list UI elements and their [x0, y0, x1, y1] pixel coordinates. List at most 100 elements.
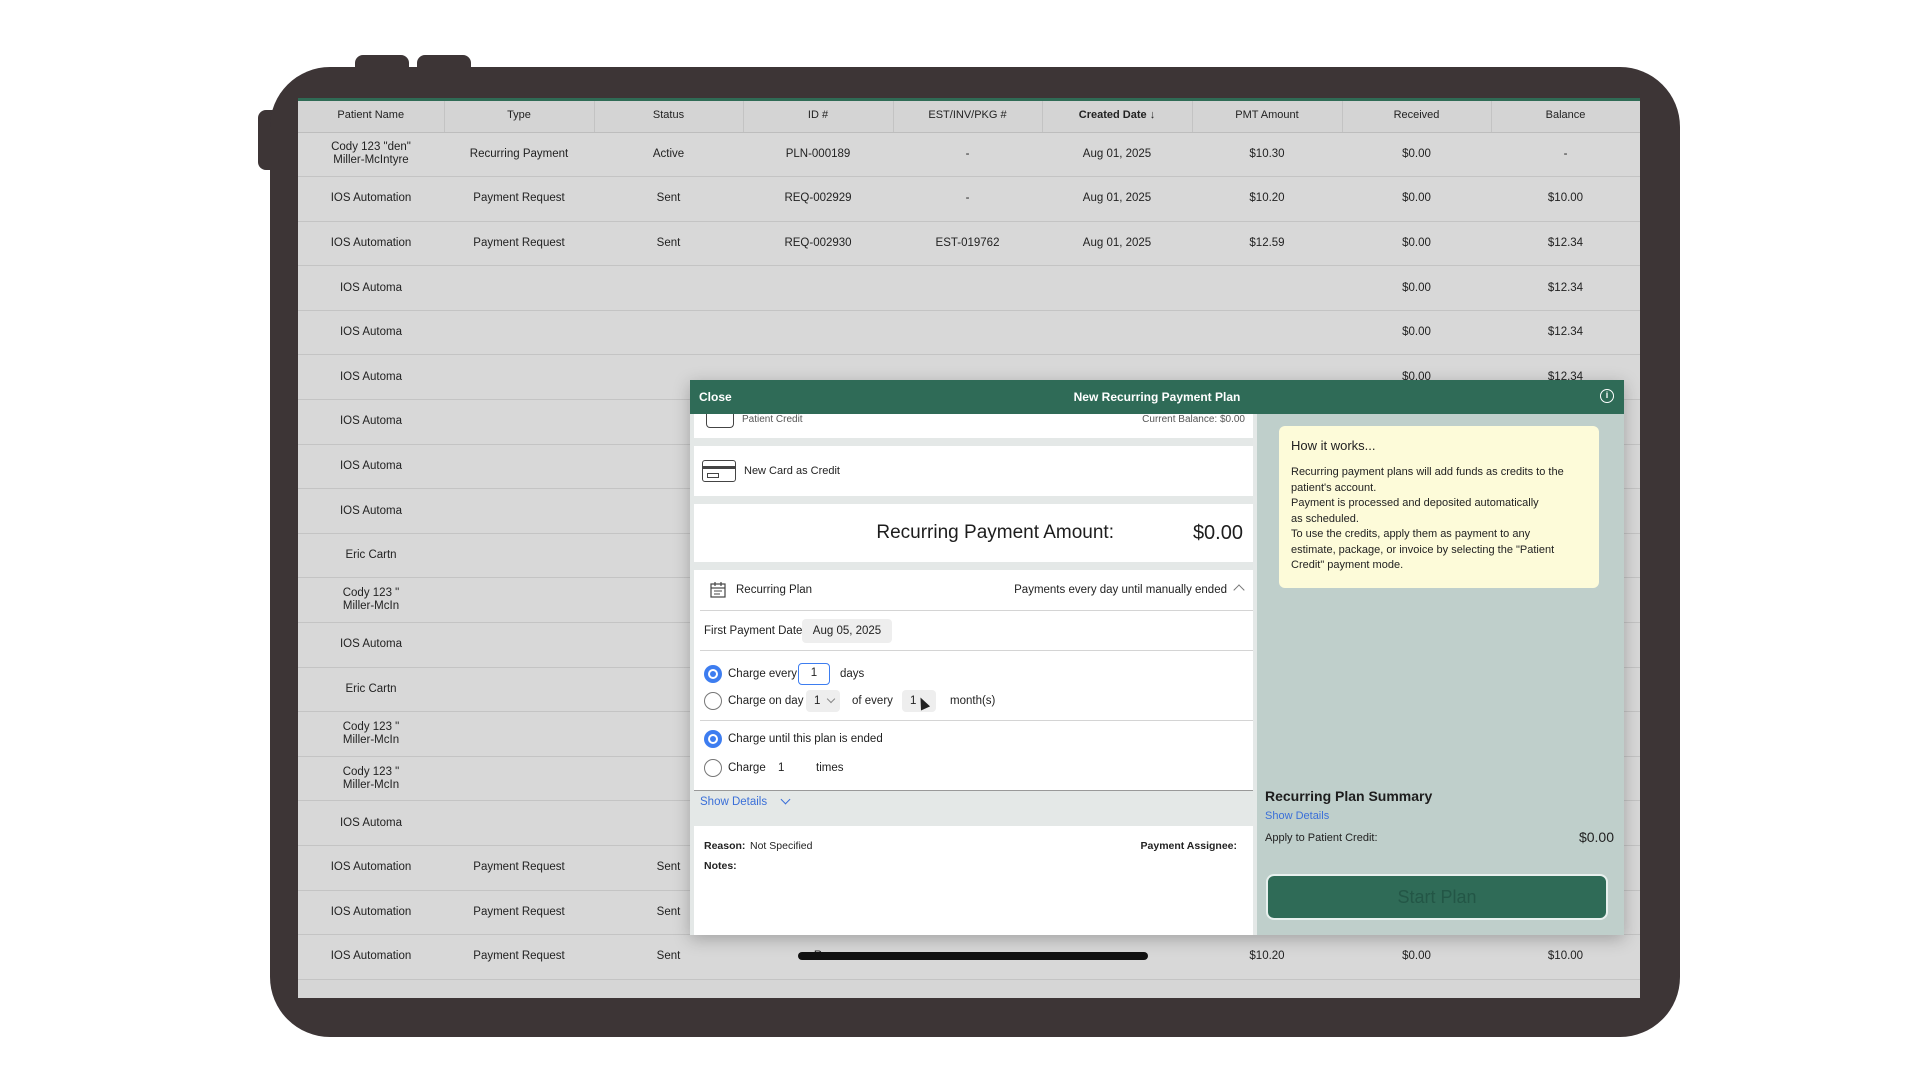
column-header[interactable]: Balance	[1491, 98, 1640, 133]
table-cell: -	[893, 176, 1042, 222]
column-header[interactable]: Patient Name	[298, 98, 445, 133]
table-cell: Payment Request	[444, 221, 594, 267]
table-cell: REQ-002929	[743, 176, 893, 222]
table-cell: EST-019762	[893, 221, 1042, 267]
table-cell: Aug 01, 2025	[1042, 221, 1192, 267]
table-cell: IOS Automation	[298, 845, 444, 891]
cell-text: Cody 123 "	[342, 587, 400, 600]
column-header[interactable]: EST/INV/PKG #	[893, 98, 1043, 133]
cell-text: Payment Request	[473, 950, 565, 963]
table-cell	[444, 756, 594, 802]
start-plan-button[interactable]: Start Plan	[1266, 874, 1608, 920]
table-header-row: Patient Name Type Status ID # EST/INV/PKG # C…	[298, 98, 1640, 133]
payment-assignee-label[interactable]: Payment Assignee:	[1141, 840, 1237, 852]
table-cell: Payment Request	[444, 934, 594, 980]
patient-credit-option[interactable]: Patient Credit Current Balance: $0.00	[694, 414, 1253, 438]
column-header[interactable]: Received	[1342, 98, 1492, 133]
cell-text: Aug 01, 2025	[1082, 147, 1152, 160]
table-row[interactable]: Cody 123 "den" Miller-McIntyre Recurring P…	[298, 132, 1640, 178]
table-cell	[743, 265, 893, 311]
reason-value[interactable]: Not Specified	[750, 840, 812, 852]
divider	[700, 720, 1253, 721]
how-it-works-note: How it works... Recurring payment plans …	[1279, 426, 1599, 588]
cell-text: -	[965, 192, 970, 205]
table-cell	[1042, 265, 1192, 311]
summary-show-details-link[interactable]: Show Details	[1265, 810, 1329, 822]
table-cell: $12.34	[1491, 265, 1640, 311]
table-cell: $10.30	[1192, 132, 1342, 178]
column-header[interactable]: PMT Amount	[1192, 98, 1343, 133]
cell-text: IOS Automa	[339, 459, 402, 472]
recurring-plan-summary[interactable]: Payments every day until manually ended	[1014, 584, 1227, 596]
cell-text: Payment Request	[473, 861, 565, 874]
how-line: patient's account.	[1291, 481, 1377, 494]
cell-text: IOS Automa	[339, 326, 402, 339]
amount-label: Recurring Payment Amount:	[876, 522, 1114, 543]
cell-text: $10.00	[1547, 950, 1584, 963]
table-cell: Aug 01, 2025	[1042, 176, 1192, 222]
cell-text: Sent	[656, 905, 681, 918]
charge-on-day-radio[interactable]	[704, 692, 722, 710]
new-card-option[interactable]: New Card as Credit	[694, 446, 1253, 496]
table-cell: Aug 01, 2025	[1042, 132, 1192, 178]
amount-value[interactable]: $0.00	[1193, 522, 1243, 545]
table-cell: IOS Automa	[298, 399, 444, 445]
column-header[interactable]: Status	[594, 98, 744, 133]
apply-credit-label: Apply to Patient Credit:	[1265, 832, 1378, 844]
recurring-plan-card: Recurring Plan Payments every day until …	[694, 570, 1253, 790]
column-header-label: Created Date	[1078, 108, 1147, 121]
table-row[interactable]: IOS Automation Payment Request Sent REQ-002…	[298, 221, 1640, 267]
info-icon[interactable]: i	[1600, 389, 1614, 403]
cell-text: $10.20	[1249, 950, 1285, 963]
table-cell: REQ-002930	[743, 221, 893, 267]
table-cell	[893, 310, 1042, 356]
cell-text: Miller-McIn	[342, 778, 400, 791]
table-cell: IOS Automa	[298, 310, 444, 356]
table-cell: Sent	[594, 934, 743, 980]
cell-text: Aug 01, 2025	[1082, 192, 1152, 205]
cell-text: IOS Automa	[339, 638, 402, 651]
charge-every-radio[interactable]	[704, 665, 722, 683]
divider	[700, 650, 1253, 651]
chevron-down-icon[interactable]	[780, 794, 791, 805]
cell-text: IOS Automa	[339, 370, 402, 383]
cell-text: -	[965, 147, 970, 160]
chevron-up-icon[interactable]	[1233, 584, 1245, 596]
charge-every-input[interactable]: 1	[798, 663, 830, 685]
table-cell	[444, 533, 594, 579]
table-cell: $10.20	[1192, 934, 1342, 980]
charge-times-input[interactable]: 1	[770, 757, 802, 779]
table-cell	[893, 265, 1042, 311]
credit-card-icon	[702, 460, 736, 482]
column-header[interactable]: ID #	[743, 98, 894, 133]
charge-on-day-select[interactable]: 1	[806, 690, 840, 712]
table-cell	[444, 488, 594, 534]
table-cell: $12.59	[1192, 221, 1342, 267]
how-line: To use the credits, apply them as paymen…	[1291, 528, 1531, 540]
how-line: estimate, package, or invoice by selecti…	[1291, 543, 1555, 556]
column-header[interactable]: Created Date ↓	[1042, 98, 1193, 133]
table-row[interactable]: IOS Automa $0.00 $12.34	[298, 310, 1640, 356]
table-row[interactable]: IOS Automa $0.00 $12.34	[298, 265, 1640, 311]
months-label: month(s)	[950, 695, 996, 707]
home-indicator[interactable]	[798, 952, 1148, 960]
first-payment-date-picker[interactable]: Aug 05, 2025	[802, 619, 892, 643]
reason-label: Reason:	[704, 840, 746, 852]
table-row[interactable]: IOS Automation Payment Request Sent REQ-002…	[298, 176, 1640, 222]
how-it-works-text: Recurring payment plans will add funds a…	[1291, 465, 1587, 574]
charge-every-label: Charge every	[728, 668, 798, 680]
table-cell: $10.20	[1192, 176, 1342, 222]
cell-text: $0.00	[1402, 147, 1431, 160]
table-cell	[444, 577, 594, 624]
table-cell	[743, 310, 893, 356]
table-cell: Cody 123 " Miller-McIn	[298, 577, 444, 624]
charge-times-radio[interactable]	[704, 759, 722, 777]
table-cell: $0.00	[1342, 221, 1491, 267]
cell-text: REQ-002929	[784, 192, 852, 205]
cell-text: IOS Automation	[330, 192, 412, 205]
charge-until-ended-radio[interactable]	[704, 730, 722, 748]
column-header[interactable]: Type	[444, 98, 595, 133]
modal-title: New Recurring Payment Plan	[1073, 390, 1241, 404]
table-cell: IOS Automa	[298, 444, 444, 490]
show-details-link[interactable]: Show Details	[700, 796, 767, 808]
